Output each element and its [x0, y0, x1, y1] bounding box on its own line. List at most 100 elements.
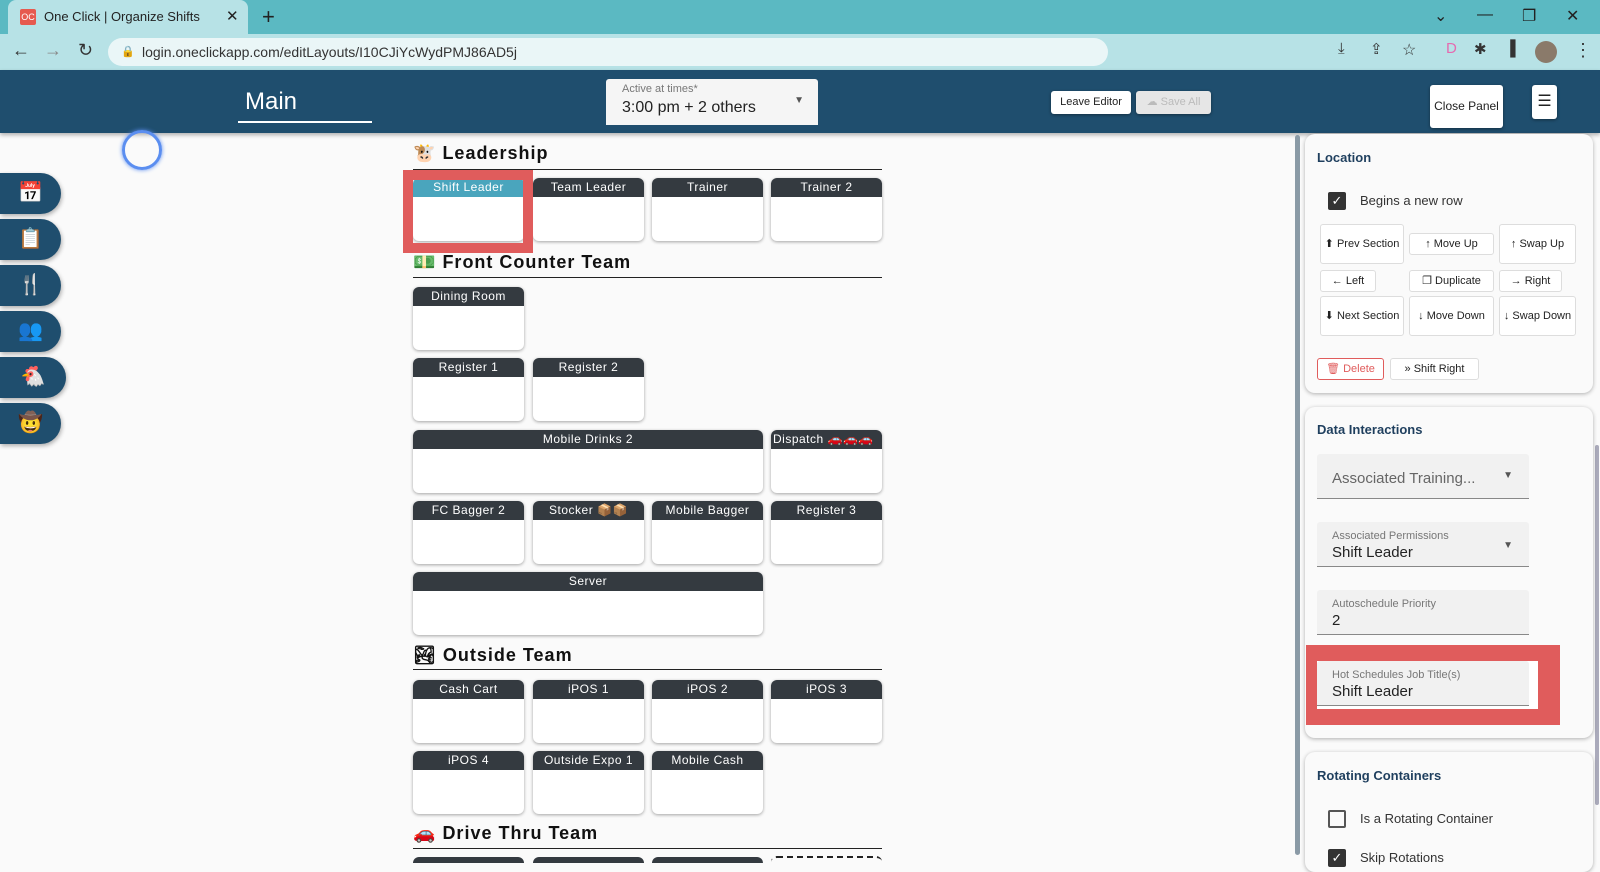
dropdown-arrow-icon: ▼: [1503, 470, 1513, 481]
restore-icon[interactable]: ❐: [1522, 6, 1536, 26]
back-icon[interactable]: ←: [12, 40, 30, 61]
save-all-button[interactable]: ☁ Save All: [1136, 91, 1211, 114]
position-card[interactable]: Server: [413, 572, 763, 635]
cow-icon: 🐮: [413, 143, 437, 163]
hot-schedules-job-title-input[interactable]: Hot Schedules Job Title(s) Shift Leader: [1317, 661, 1529, 706]
url-text[interactable]: login.oneclickapp.com/editLayouts/I10CJi…: [142, 44, 517, 60]
position-card[interactable]: Cash Cart: [413, 680, 524, 743]
button-label: Delete: [1343, 363, 1375, 375]
tab-search-icon[interactable]: ⌄: [1434, 6, 1447, 26]
main-scrollbar[interactable]: [1295, 135, 1300, 855]
autoschedule-priority-input[interactable]: Autoschedule Priority 2: [1317, 590, 1529, 635]
close-window-icon[interactable]: ✕: [1566, 6, 1579, 26]
position-card[interactable]: iPOS 2: [652, 680, 763, 743]
skip-rotations-checkbox[interactable]: ✓: [1328, 849, 1346, 867]
active-times-value: 3:00 pm + 2 others: [622, 99, 756, 116]
rotating-containers-title: Rotating Containers: [1317, 768, 1442, 783]
hamburger-menu-button[interactable]: ☰: [1532, 85, 1557, 119]
position-card[interactable]: [652, 857, 763, 863]
reload-icon[interactable]: ↻: [78, 40, 93, 61]
empty-card-placeholder[interactable]: [771, 856, 882, 864]
extension-d-icon[interactable]: D: [1446, 40, 1457, 57]
active-times-select[interactable]: Active at times* 3:00 pm + 2 others ▼: [606, 79, 818, 125]
position-card[interactable]: Dispatch 🚗🚗🚗: [771, 430, 882, 493]
position-card[interactable]: Trainer 2: [771, 178, 882, 241]
new-tab-icon[interactable]: +: [262, 4, 275, 30]
position-card[interactable]: Team Leader: [533, 178, 644, 241]
position-card[interactable]: Dining Room: [413, 287, 524, 350]
layout-name-input[interactable]: Main: [245, 88, 297, 116]
begins-new-row-checkbox[interactable]: ✓: [1328, 192, 1346, 210]
utensils-icon[interactable]: 🍴: [0, 265, 61, 306]
position-card[interactable]: [533, 857, 644, 863]
arrow-up-icon: ↑: [1510, 238, 1517, 250]
section-heading-drive-thru: 🚗 Drive Thru Team: [413, 823, 598, 844]
close-tab-icon[interactable]: ✕: [226, 7, 239, 25]
leave-editor-button[interactable]: Leave Editor: [1051, 91, 1131, 114]
position-card[interactable]: Register 2: [533, 358, 644, 421]
position-card[interactable]: iPOS 1: [533, 680, 644, 743]
calendar-icon[interactable]: 📅: [0, 173, 61, 214]
position-card[interactable]: [413, 857, 524, 863]
associated-training-select[interactable]: Associated Training... ▼: [1317, 454, 1529, 499]
position-card[interactable]: Mobile Cash: [652, 751, 763, 814]
position-card[interactable]: Register 3: [771, 501, 882, 564]
position-card[interactable]: FC Bagger 2: [413, 501, 524, 564]
dropdown-arrow-icon: ▼: [1503, 540, 1513, 551]
park-icon: 🏞: [413, 645, 437, 665]
button-label: Shift Right: [1413, 363, 1465, 375]
profile-avatar[interactable]: [1535, 41, 1557, 63]
card-title: Register 3: [771, 501, 882, 520]
position-card[interactable]: Mobile Bagger: [652, 501, 763, 564]
position-card[interactable]: Stocker 📦📦: [533, 501, 644, 564]
card-title: Trainer: [652, 178, 763, 197]
position-card[interactable]: Register 1: [413, 358, 524, 421]
associated-permissions-select[interactable]: Associated Permissions Shift Leader ▼: [1317, 522, 1529, 567]
swap-down-button[interactable]: ↓ Swap Down: [1499, 296, 1576, 336]
card-title: iPOS 1: [533, 680, 644, 699]
section-title: Front Counter Team: [442, 252, 632, 272]
chrome-menu-icon[interactable]: ⋮: [1574, 40, 1592, 61]
next-section-button[interactable]: ⬇ Next Section: [1320, 296, 1404, 336]
location-title: Location: [1317, 150, 1372, 165]
minimize-icon[interactable]: —: [1477, 6, 1493, 24]
card-title: Mobile Bagger: [652, 501, 763, 520]
star-icon[interactable]: ☆: [1402, 40, 1416, 60]
swap-up-button[interactable]: ↑ Swap Up: [1499, 224, 1576, 264]
highlight-box-shift-leader: [403, 170, 533, 253]
shift-right-button[interactable]: » Shift Right: [1390, 358, 1479, 380]
section-divider: [413, 277, 882, 278]
prev-section-button[interactable]: ⬆ Prev Section: [1320, 224, 1404, 264]
delete-button[interactable]: 🗑 Delete: [1317, 358, 1384, 380]
position-card[interactable]: iPOS 4: [413, 751, 524, 814]
position-card[interactable]: Outside Expo 1: [533, 751, 644, 814]
forward-icon[interactable]: →: [44, 40, 62, 61]
extensions-puzzle-icon[interactable]: ✱: [1474, 40, 1487, 58]
right-button[interactable]: → Right: [1499, 270, 1562, 292]
close-panel-button[interactable]: Close Panel: [1430, 85, 1503, 128]
install-icon[interactable]: ⤓: [1338, 40, 1345, 57]
is-rotating-checkbox[interactable]: [1328, 810, 1346, 828]
panel-scrollbar[interactable]: [1595, 445, 1599, 805]
position-card[interactable]: Mobile Drinks 2: [413, 430, 763, 493]
cowboy-hat-icon[interactable]: 🤠: [0, 403, 61, 444]
move-up-button[interactable]: ↑ Move Up: [1409, 233, 1494, 255]
clipboard-icon[interactable]: 📋: [0, 219, 61, 260]
arrow-circle-down-icon: ⬇: [1324, 310, 1334, 322]
left-button[interactable]: ← Left: [1320, 270, 1376, 292]
section-divider: [413, 848, 882, 849]
section-heading-front-counter: 💵 Front Counter Team: [413, 252, 631, 273]
button-label: Right: [1524, 275, 1551, 287]
browser-tab[interactable]: OC One Click | Organize Shifts ✕: [8, 0, 248, 34]
position-card[interactable]: Trainer: [652, 178, 763, 241]
move-down-button[interactable]: ↓ Move Down: [1409, 296, 1494, 336]
position-card[interactable]: iPOS 3: [771, 680, 882, 743]
card-title: Trainer 2: [771, 178, 882, 197]
chicken-icon[interactable]: 🐔: [0, 357, 66, 398]
field-value: 2: [1332, 612, 1341, 629]
share-icon[interactable]: ⇪: [1370, 40, 1383, 58]
users-icon[interactable]: 👥: [0, 311, 61, 352]
side-panel-icon[interactable]: ▐: [1505, 40, 1516, 57]
save-all-label: Save All: [1160, 96, 1201, 108]
duplicate-button[interactable]: ❐ Duplicate: [1409, 270, 1494, 292]
